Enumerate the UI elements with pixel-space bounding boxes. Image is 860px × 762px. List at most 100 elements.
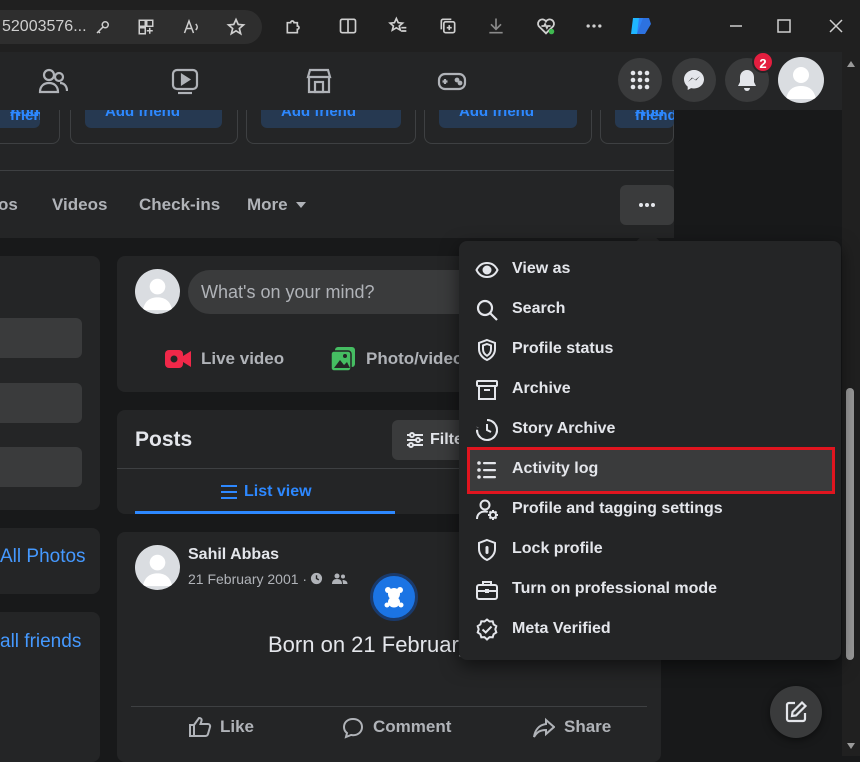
tab-more[interactable]: More xyxy=(247,195,288,215)
list-view-icon xyxy=(220,484,238,500)
apps-icon[interactable] xyxy=(134,15,158,39)
live-video-icon xyxy=(164,348,192,370)
friends-nav-icon[interactable] xyxy=(38,66,68,96)
browser-essentials-icon[interactable] xyxy=(534,14,558,38)
see-all-photos-link[interactable]: All Photos xyxy=(0,546,86,568)
intro-button[interactable] xyxy=(0,318,82,358)
filters-label: Filte xyxy=(430,431,463,448)
downloads-icon[interactable] xyxy=(484,14,508,38)
add-friend-button[interactable]: Add friend xyxy=(261,110,401,128)
post-author[interactable]: Sahil Abbas xyxy=(188,546,279,564)
chevron-down-icon[interactable] xyxy=(295,201,307,209)
menu-grid-button[interactable] xyxy=(618,58,662,102)
avatar[interactable] xyxy=(135,269,180,314)
list-icon xyxy=(475,458,499,482)
menu-item-label: Story Archive xyxy=(512,420,616,437)
add-friend-button[interactable]: Add friend xyxy=(615,110,674,128)
menu-item-profile-status[interactable]: Profile status xyxy=(467,330,835,370)
whats-on-your-mind-input[interactable]: What's on your mind? xyxy=(188,270,488,314)
more-options-icon[interactable] xyxy=(582,14,606,38)
lock-shield-icon xyxy=(475,538,499,562)
menu-item-view-as[interactable]: View as xyxy=(467,250,835,290)
split-screen-icon[interactable] xyxy=(336,14,360,38)
eye-icon xyxy=(475,258,499,282)
tab-videos[interactable]: Videos xyxy=(52,195,107,215)
key-icon[interactable] xyxy=(91,15,115,39)
add-friend-button[interactable]: Add friend xyxy=(85,110,222,128)
close-icon[interactable] xyxy=(824,14,848,38)
comment-button[interactable]: Comment xyxy=(373,717,451,737)
copilot-icon[interactable] xyxy=(627,12,655,40)
verified-badge-icon xyxy=(475,618,499,642)
extensions-icon[interactable] xyxy=(282,14,306,38)
filters-icon xyxy=(405,431,425,449)
user-gear-icon xyxy=(475,498,499,522)
messenger-icon xyxy=(684,70,704,90)
favorites-icon[interactable] xyxy=(386,14,410,38)
add-friend-button[interactable]: Add friend xyxy=(439,110,577,128)
list-view-tab[interactable]: List view xyxy=(244,483,312,501)
address-text: 52003576... xyxy=(2,18,87,35)
post-actions-divider xyxy=(131,706,647,707)
menu-item-label: Archive xyxy=(512,380,571,397)
watch-nav-icon[interactable] xyxy=(170,66,200,96)
posts-divider xyxy=(117,468,517,469)
favorite-star-icon[interactable] xyxy=(224,15,248,39)
tab-check-ins[interactable]: Check-ins xyxy=(139,195,220,215)
bell-icon xyxy=(738,70,756,91)
post-date[interactable]: 21 February 2001 · xyxy=(188,571,307,587)
address-bar[interactable]: 52003576... xyxy=(0,10,262,44)
menu-item-label: View as xyxy=(512,260,571,277)
notification-badge: 2 xyxy=(752,51,774,73)
active-tab-underline xyxy=(135,511,395,514)
life-event-badge xyxy=(370,573,418,621)
menu-item-meta-verified[interactable]: Meta Verified xyxy=(467,610,835,650)
gaming-nav-icon[interactable] xyxy=(437,66,467,96)
collections-icon[interactable] xyxy=(436,14,460,38)
browser-toolbar: 52003576... xyxy=(0,0,860,52)
like-button[interactable]: Like xyxy=(220,717,254,737)
profile-more-button[interactable] xyxy=(620,185,674,225)
scrollbar-thumb[interactable] xyxy=(846,388,854,660)
header-divider xyxy=(0,170,674,171)
life-event-text: Born on 21 February xyxy=(268,632,470,657)
menu-item-label: Turn on professional mode xyxy=(512,580,718,597)
menu-item-activity-log[interactable]: Activity log xyxy=(467,450,835,490)
minimize-icon[interactable] xyxy=(724,14,748,38)
menu-item-lock-profile[interactable]: Lock profile xyxy=(467,530,835,570)
menu-item-profile-tagging-settings[interactable]: Profile and tagging settings xyxy=(467,490,835,530)
menu-item-archive[interactable]: Archive xyxy=(467,370,835,410)
share-icon xyxy=(533,717,555,739)
friends-audience-icon xyxy=(332,573,348,585)
menu-item-story-archive[interactable]: Story Archive xyxy=(467,410,835,450)
see-all-friends-link[interactable]: all friends xyxy=(0,631,81,653)
marketplace-nav-icon[interactable] xyxy=(304,66,334,96)
menu-item-label: Profile status xyxy=(512,340,614,357)
clock-archive-icon xyxy=(475,418,499,442)
tab-photos[interactable]: os xyxy=(0,195,18,215)
like-icon xyxy=(188,716,212,738)
avatar[interactable] xyxy=(135,545,180,590)
intro-button[interactable] xyxy=(0,383,82,423)
live-video-button[interactable]: Live video xyxy=(201,349,284,369)
intro-button[interactable] xyxy=(0,447,82,487)
add-friend-button[interactable]: Add friend xyxy=(0,110,40,128)
menu-item-professional-mode[interactable]: Turn on professional mode xyxy=(467,570,835,610)
posts-title: Posts xyxy=(135,428,193,451)
menu-item-search[interactable]: Search xyxy=(467,290,835,330)
account-avatar[interactable] xyxy=(778,57,824,103)
menu-item-label: Profile and tagging settings xyxy=(512,500,723,517)
search-icon xyxy=(475,298,499,322)
messenger-button[interactable] xyxy=(672,58,716,102)
read-aloud-icon[interactable] xyxy=(180,15,204,39)
share-button[interactable]: Share xyxy=(564,717,611,737)
photo-video-icon xyxy=(330,346,356,372)
photo-video-button[interactable]: Photo/video xyxy=(366,349,463,369)
grid-icon xyxy=(630,70,650,90)
new-message-button[interactable] xyxy=(770,686,822,738)
ellipsis-icon xyxy=(639,203,655,207)
briefcase-icon xyxy=(475,578,499,602)
archive-icon xyxy=(475,378,499,402)
clock-icon xyxy=(310,572,323,585)
maximize-icon[interactable] xyxy=(772,14,796,38)
